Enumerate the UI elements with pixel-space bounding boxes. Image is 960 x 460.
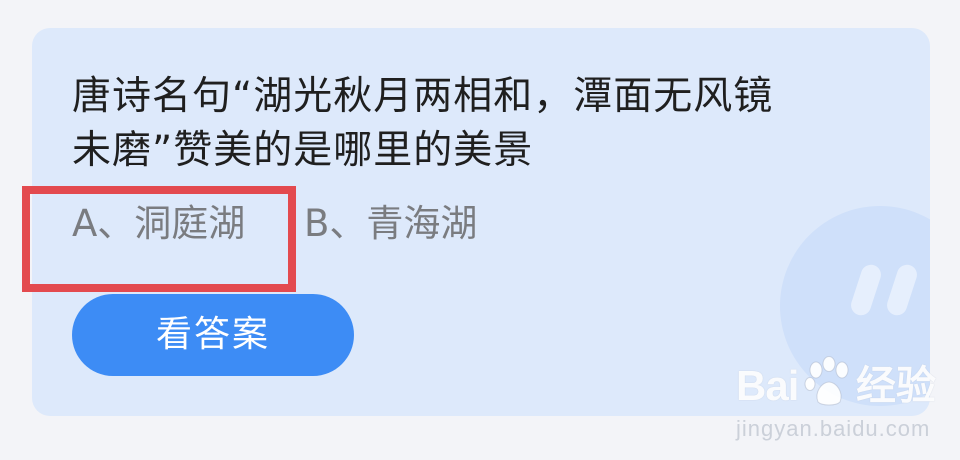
- baidu-paw-icon: [804, 356, 849, 406]
- view-answer-button[interactable]: 看答案: [72, 294, 354, 376]
- question-line-1: 唐诗名句“湖光秋月两相和，潭面无风镜: [72, 74, 774, 119]
- watermark-url: jingyan.baidu.com: [736, 416, 931, 441]
- watermark-brand-prefix: Bai: [736, 362, 799, 409]
- question-line-2: 未磨”赞美的是哪里的美景: [72, 128, 534, 173]
- watermark-brand-suffix: 经验: [856, 363, 936, 409]
- baidu-jingyan-watermark: Bai 经验 jingyan.baidu.com: [736, 356, 956, 456]
- mascot-eye-left: [848, 262, 884, 318]
- question-text: 唐诗名句“湖光秋月两相和，潭面无风镜 未磨”赞美的是哪里的美景: [72, 70, 892, 178]
- mascot-eye-right: [884, 262, 920, 318]
- option-b[interactable]: B、青海湖: [304, 202, 477, 246]
- answer-highlight-box: [22, 186, 296, 292]
